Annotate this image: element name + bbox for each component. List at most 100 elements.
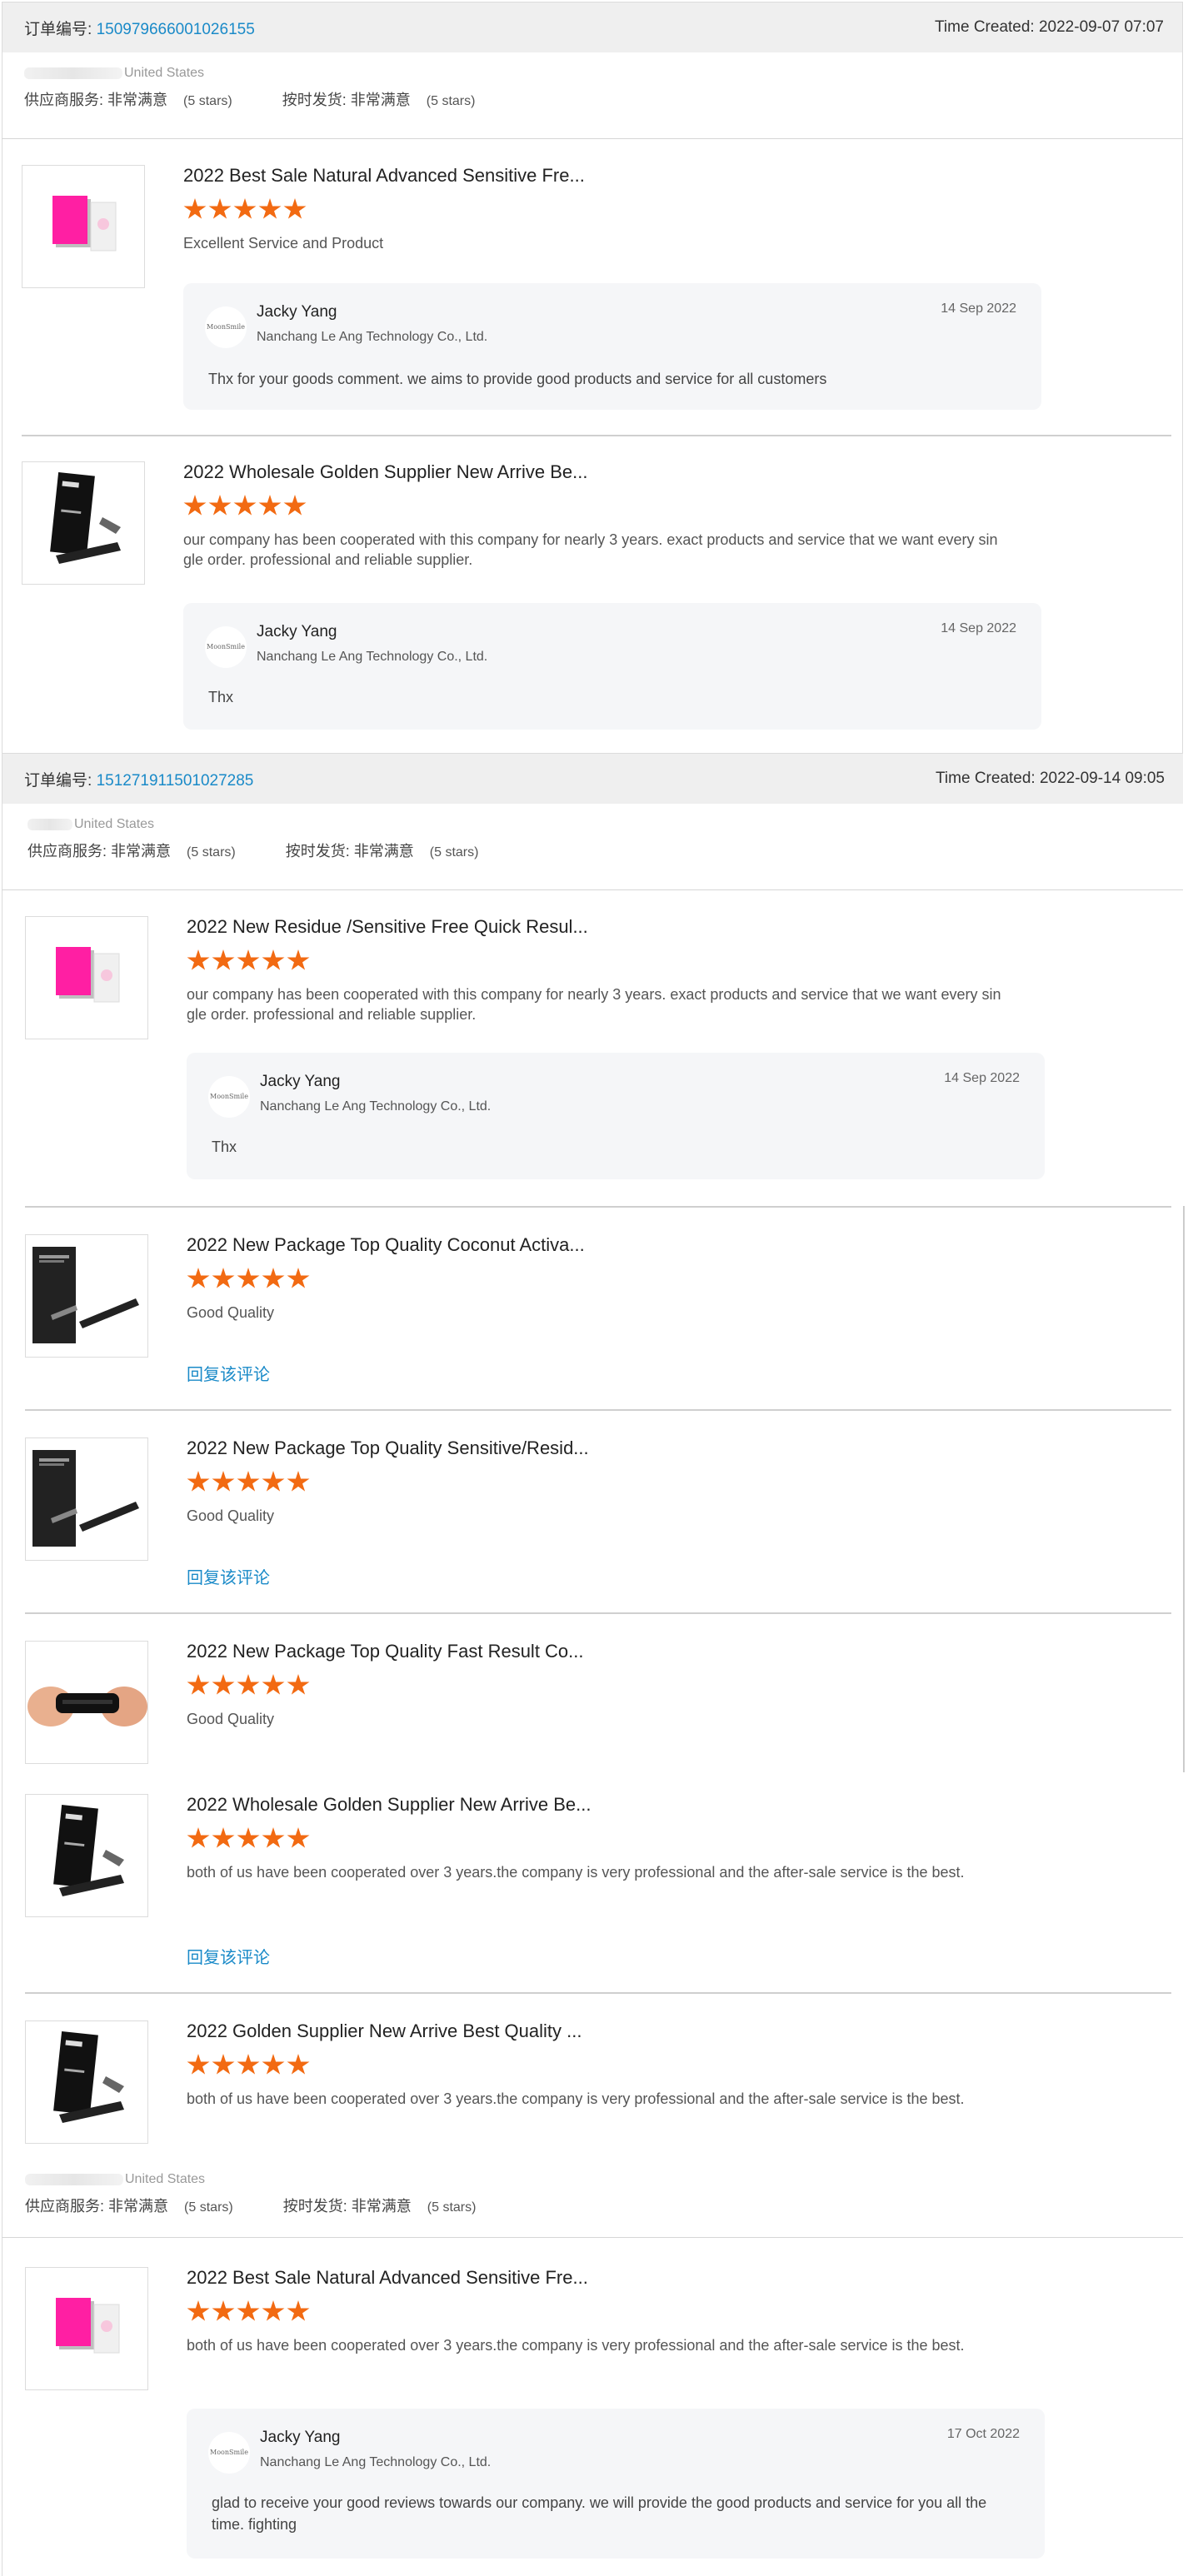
product-title[interactable]: 2022 Wholesale Golden Supplier New Arriv… [183, 461, 587, 483]
reply-company: Nanchang Le Ang Technology Co., Ltd. [260, 1099, 492, 1114]
supplier-reply: MoonSmile Jacky Yang Nanchang Le Ang Tec… [187, 1053, 1045, 1179]
product-thumbnail[interactable] [25, 2020, 148, 2144]
reply-to-review-link[interactable]: 回复该评论 [187, 1944, 270, 1968]
item-divider [25, 1409, 1171, 1411]
order-time-created: Time Created: 2022-09-07 07:07 [935, 18, 1164, 36]
product-thumbnail[interactable] [25, 1794, 148, 1917]
rating-stars [183, 495, 308, 517]
product-title[interactable]: 2022 New Package Top Quality Sensitive/R… [187, 1437, 589, 1459]
star-icon [183, 495, 207, 516]
delivery-rating-stars: (5 stars) [427, 2200, 477, 2215]
product-title[interactable]: 2022 Wholesale Golden Supplier New Arriv… [187, 1794, 591, 1816]
star-icon [237, 1471, 260, 1492]
product-thumbnail[interactable] [25, 1437, 148, 1561]
product-thumbnail[interactable] [25, 2267, 148, 2390]
reply-author: Jacky Yang [260, 1073, 341, 1090]
review-item: 2022 Wholesale Golden Supplier New Arriv… [25, 1794, 1175, 1977]
product-title[interactable]: 2022 New Package Top Quality Fast Result… [187, 1641, 584, 1662]
item-divider [22, 435, 1171, 436]
review-comment: Good Quality [187, 1507, 275, 1524]
order-number-group: 订单编号: 150979666001026155 [24, 17, 255, 39]
star-icon [237, 949, 260, 970]
review-item: 2022 New Package Top Quality Fast Result… [25, 1641, 1175, 1774]
star-icon [262, 2054, 285, 2075]
product-title[interactable]: 2022 Best Sale Natural Advanced Sensitiv… [187, 2267, 588, 2289]
item-divider [25, 1612, 1171, 1614]
star-icon [262, 1674, 285, 1695]
reply-author: Jacky Yang [257, 303, 337, 321]
review-comment: Good Quality [187, 1711, 275, 1727]
order-meta: United States 供应商服务: 非常满意 (5 stars) 按时发货… [2, 804, 1183, 865]
reply-author: Jacky Yang [260, 2429, 341, 2446]
review-comment: our company has been cooperated with thi… [187, 986, 1001, 1023]
service-rating-value: 非常满意 [111, 843, 172, 859]
order-meta: United States 供应商服务: 非常满意 (5 stars) 按时发货… [25, 2169, 1183, 2220]
star-icon [187, 949, 210, 970]
buyer-name-blurred [25, 2174, 123, 2185]
service-rating-label: 供应商服务: [25, 2198, 105, 2215]
reply-author: Jacky Yang [257, 623, 337, 640]
service-rating-stars: (5 stars) [184, 2200, 233, 2215]
service-rating-stars: (5 stars) [183, 94, 232, 108]
buyer-name-blurred [27, 819, 72, 830]
product-thumbnail[interactable] [22, 461, 145, 585]
product-title[interactable]: 2022 New Package Top Quality Coconut Act… [187, 1234, 585, 1256]
star-icon [187, 1268, 210, 1288]
avatar: MoonSmile [205, 626, 247, 668]
delivery-rating-label: 按时发货: [285, 843, 350, 859]
reply-text: Thx [208, 689, 234, 705]
buyer-name-blurred [24, 67, 122, 79]
delivery-rating: 按时发货: 非常满意 (5 stars) [286, 840, 479, 861]
reply-date: 14 Sep 2022 [941, 621, 1016, 635]
delivery-rating-label: 按时发货: [282, 92, 347, 108]
delivery-rating: 按时发货: 非常满意 (5 stars) [282, 88, 476, 110]
order-number-link[interactable]: 150979666001026155 [97, 21, 255, 38]
reply-date: 14 Sep 2022 [944, 1071, 1020, 1085]
product-title[interactable]: 2022 New Residue /Sensitive Free Quick R… [187, 916, 588, 938]
product-title[interactable]: 2022 Best Sale Natural Advanced Sensitiv… [183, 165, 585, 187]
delivery-rating: 按时发货: 非常满意 (5 stars) [283, 2195, 477, 2216]
scrollbar-track[interactable] [1183, 1206, 1185, 1772]
star-icon [208, 198, 232, 219]
order-number-group: 订单编号: 151271911501027285 [24, 768, 253, 790]
buyer-country: United States [124, 66, 205, 80]
star-icon [212, 1268, 235, 1288]
star-icon [287, 2054, 310, 2075]
order-number-link[interactable]: 151271911501027285 [97, 772, 254, 790]
review-item: 2022 Golden Supplier New Arrive Best Qua… [25, 2020, 1175, 2145]
order-number-label: 订单编号: [24, 20, 92, 38]
supplier-rating-row: 供应商服务: 非常满意 (5 stars) 按时发货: 非常满意 (5 star… [24, 84, 1161, 114]
buyer-country-row: United States [24, 62, 1161, 84]
product-thumbnail[interactable] [22, 165, 145, 288]
rating-stars [187, 2054, 312, 2076]
star-icon [287, 1827, 310, 1848]
buyer-country-row: United States [25, 2169, 1183, 2190]
product-thumbnail[interactable] [25, 1641, 148, 1764]
delivery-rating-value: 非常满意 [351, 2198, 412, 2215]
item-divider [25, 1206, 1171, 1208]
reply-to-review-link[interactable]: 回复该评论 [187, 1564, 270, 1588]
product-thumbnail[interactable] [25, 916, 148, 1039]
star-icon [212, 1471, 235, 1492]
star-icon [212, 2300, 235, 2321]
reply-company: Nanchang Le Ang Technology Co., Ltd. [257, 650, 488, 664]
star-icon [187, 2300, 210, 2321]
star-icon [212, 1674, 235, 1695]
section-divider [2, 889, 1183, 890]
product-title[interactable]: 2022 Golden Supplier New Arrive Best Qua… [187, 2020, 582, 2042]
rating-stars [187, 1268, 312, 1290]
star-icon [258, 495, 282, 516]
avatar: MoonSmile [208, 1076, 250, 1118]
reply-text: glad to receive your good reviews toward… [212, 2494, 987, 2533]
service-rating-stars: (5 stars) [187, 845, 236, 859]
star-icon [287, 2300, 310, 2321]
delivery-rating-label: 按时发货: [282, 2198, 347, 2215]
star-icon [287, 949, 310, 970]
rating-stars [187, 1827, 312, 1850]
reply-company: Nanchang Le Ang Technology Co., Ltd. [257, 330, 488, 344]
reply-to-review-link[interactable]: 回复该评论 [187, 1361, 270, 1385]
rating-stars [187, 1471, 312, 1493]
supplier-reply: MoonSmile Jacky Yang Nanchang Le Ang Tec… [183, 603, 1041, 730]
product-thumbnail[interactable] [25, 1234, 148, 1358]
star-icon [237, 2300, 260, 2321]
